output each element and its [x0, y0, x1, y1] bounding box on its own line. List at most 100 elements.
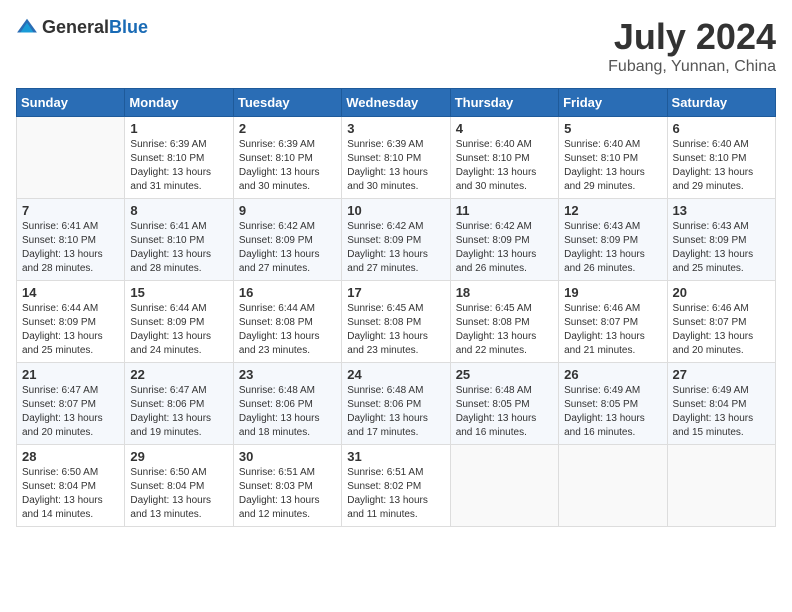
day-number: 11	[456, 203, 553, 218]
logo-blue: Blue	[109, 17, 148, 37]
calendar-cell: 3 Sunrise: 6:39 AM Sunset: 8:10 PM Daylig…	[342, 117, 450, 199]
calendar-cell: 30Sunrise: 6:51 AM Sunset: 8:03 PM Dayli…	[233, 445, 341, 527]
day-number: 17	[347, 285, 444, 300]
day-number: 1	[130, 121, 227, 136]
day-info: Sunrise: 6:42 AM Sunset: 8:09 PM Dayligh…	[456, 220, 553, 276]
day-header-friday: Friday	[559, 89, 667, 117]
day-info: Sunrise: 6:40 AM Sunset: 8:10 PM Dayligh…	[564, 138, 661, 194]
day-number: 18	[456, 285, 553, 300]
day-info: Sunrise: 6:50 AM Sunset: 8:04 PM Dayligh…	[130, 466, 227, 522]
calendar-cell: 14 Sunrise: 6:44 AM Sunset: 8:09 PM Dayli…	[17, 281, 125, 363]
day-number: 25	[456, 367, 553, 382]
calendar-cell: 4 Sunrise: 6:40 AM Sunset: 8:10 PM Daylig…	[450, 117, 558, 199]
calendar-cell: 19Sunrise: 6:46 AM Sunset: 8:07 PM Dayli…	[559, 281, 667, 363]
day-info: Sunrise: 6:51 AM Sunset: 8:02 PM Dayligh…	[347, 466, 444, 522]
calendar-cell: 23 Sunrise: 6:48 AM Sunset: 8:06 PM Dayli…	[233, 363, 341, 445]
day-info: Sunrise: 6:47 AM Sunset: 8:06 PM Dayligh…	[130, 384, 227, 440]
calendar-cell: 18 Sunrise: 6:45 AM Sunset: 8:08 PM Dayli…	[450, 281, 558, 363]
calendar-week-row: 28 Sunrise: 6:50 AM Sunset: 8:04 PM Dayli…	[17, 445, 776, 527]
month-title: July 2024	[608, 16, 776, 58]
day-number: 20	[673, 285, 770, 300]
calendar-cell: 11 Sunrise: 6:42 AM Sunset: 8:09 PM Dayli…	[450, 199, 558, 281]
day-info: Sunrise: 6:48 AM Sunset: 8:06 PM Dayligh…	[239, 384, 336, 440]
calendar-cell: 15 Sunrise: 6:44 AM Sunset: 8:09 PM Dayli…	[125, 281, 233, 363]
day-header-wednesday: Wednesday	[342, 89, 450, 117]
day-number: 29	[130, 449, 227, 464]
calendar-cell	[17, 117, 125, 199]
day-info: Sunrise: 6:40 AM Sunset: 8:10 PM Dayligh…	[456, 138, 553, 194]
day-number: 5	[564, 121, 661, 136]
day-number: 22	[130, 367, 227, 382]
day-info: Sunrise: 6:44 AM Sunset: 8:09 PM Dayligh…	[130, 302, 227, 358]
day-info: Sunrise: 6:43 AM Sunset: 8:09 PM Dayligh…	[564, 220, 661, 276]
day-info: Sunrise: 6:47 AM Sunset: 8:07 PM Dayligh…	[22, 384, 119, 440]
day-info: Sunrise: 6:40 AM Sunset: 8:10 PM Dayligh…	[673, 138, 770, 194]
calendar-week-row: 14 Sunrise: 6:44 AM Sunset: 8:09 PM Dayli…	[17, 281, 776, 363]
day-number: 23	[239, 367, 336, 382]
day-number: 10	[347, 203, 444, 218]
day-info: Sunrise: 6:39 AM Sunset: 8:10 PM Dayligh…	[347, 138, 444, 194]
calendar-cell: 25Sunrise: 6:48 AM Sunset: 8:05 PM Dayli…	[450, 363, 558, 445]
day-info: Sunrise: 6:49 AM Sunset: 8:04 PM Dayligh…	[673, 384, 770, 440]
logo-icon	[16, 16, 38, 38]
day-info: Sunrise: 6:41 AM Sunset: 8:10 PM Dayligh…	[130, 220, 227, 276]
calendar-cell: 1 Sunrise: 6:39 AM Sunset: 8:10 PM Daylig…	[125, 117, 233, 199]
calendar-cell	[559, 445, 667, 527]
calendar-cell: 9Sunrise: 6:42 AM Sunset: 8:09 PM Daylig…	[233, 199, 341, 281]
calendar-cell: 8 Sunrise: 6:41 AM Sunset: 8:10 PM Daylig…	[125, 199, 233, 281]
day-header-sunday: Sunday	[17, 89, 125, 117]
calendar-cell: 29 Sunrise: 6:50 AM Sunset: 8:04 PM Dayli…	[125, 445, 233, 527]
day-number: 16	[239, 285, 336, 300]
calendar-cell: 10 Sunrise: 6:42 AM Sunset: 8:09 PM Dayli…	[342, 199, 450, 281]
calendar-week-row: 7 Sunrise: 6:41 AM Sunset: 8:10 PM Daylig…	[17, 199, 776, 281]
day-number: 31	[347, 449, 444, 464]
logo-general: General	[42, 17, 109, 37]
day-number: 6	[673, 121, 770, 136]
day-number: 7	[22, 203, 119, 218]
logo-text: GeneralBlue	[42, 17, 148, 38]
day-number: 12	[564, 203, 661, 218]
calendar-cell: 2Sunrise: 6:39 AM Sunset: 8:10 PM Daylig…	[233, 117, 341, 199]
calendar-cell: 26 Sunrise: 6:49 AM Sunset: 8:05 PM Dayli…	[559, 363, 667, 445]
day-number: 3	[347, 121, 444, 136]
calendar-cell: 20 Sunrise: 6:46 AM Sunset: 8:07 PM Dayli…	[667, 281, 775, 363]
calendar-cell	[450, 445, 558, 527]
calendar-cell: 6 Sunrise: 6:40 AM Sunset: 8:10 PM Daylig…	[667, 117, 775, 199]
calendar-cell: 31 Sunrise: 6:51 AM Sunset: 8:02 PM Dayli…	[342, 445, 450, 527]
calendar-cell: 7 Sunrise: 6:41 AM Sunset: 8:10 PM Daylig…	[17, 199, 125, 281]
calendar-header-row: SundayMondayTuesdayWednesdayThursdayFrid…	[17, 89, 776, 117]
day-number: 30	[239, 449, 336, 464]
calendar-cell: 5 Sunrise: 6:40 AM Sunset: 8:10 PM Daylig…	[559, 117, 667, 199]
calendar-table: SundayMondayTuesdayWednesdayThursdayFrid…	[16, 88, 776, 527]
day-number: 14	[22, 285, 119, 300]
day-info: Sunrise: 6:46 AM Sunset: 8:07 PM Dayligh…	[673, 302, 770, 358]
day-number: 15	[130, 285, 227, 300]
day-header-saturday: Saturday	[667, 89, 775, 117]
day-number: 21	[22, 367, 119, 382]
calendar-cell: 13 Sunrise: 6:43 AM Sunset: 8:09 PM Dayli…	[667, 199, 775, 281]
day-number: 26	[564, 367, 661, 382]
calendar-cell: 22 Sunrise: 6:47 AM Sunset: 8:06 PM Dayli…	[125, 363, 233, 445]
calendar-cell: 24Sunrise: 6:48 AM Sunset: 8:06 PM Dayli…	[342, 363, 450, 445]
day-number: 4	[456, 121, 553, 136]
calendar-week-row: 1 Sunrise: 6:39 AM Sunset: 8:10 PM Daylig…	[17, 117, 776, 199]
day-number: 28	[22, 449, 119, 464]
day-info: Sunrise: 6:39 AM Sunset: 8:10 PM Dayligh…	[130, 138, 227, 194]
calendar-cell: 16 Sunrise: 6:44 AM Sunset: 8:08 PM Dayli…	[233, 281, 341, 363]
day-info: Sunrise: 6:46 AM Sunset: 8:07 PM Dayligh…	[564, 302, 661, 358]
day-info: Sunrise: 6:45 AM Sunset: 8:08 PM Dayligh…	[456, 302, 553, 358]
day-info: Sunrise: 6:44 AM Sunset: 8:08 PM Dayligh…	[239, 302, 336, 358]
header: GeneralBlue July 2024 Fubang, Yunnan, Ch…	[16, 16, 776, 76]
day-number: 13	[673, 203, 770, 218]
day-info: Sunrise: 6:41 AM Sunset: 8:10 PM Dayligh…	[22, 220, 119, 276]
day-info: Sunrise: 6:44 AM Sunset: 8:09 PM Dayligh…	[22, 302, 119, 358]
day-info: Sunrise: 6:39 AM Sunset: 8:10 PM Dayligh…	[239, 138, 336, 194]
calendar-cell: 27 Sunrise: 6:49 AM Sunset: 8:04 PM Dayli…	[667, 363, 775, 445]
day-number: 8	[130, 203, 227, 218]
day-number: 27	[673, 367, 770, 382]
day-info: Sunrise: 6:43 AM Sunset: 8:09 PM Dayligh…	[673, 220, 770, 276]
day-info: Sunrise: 6:48 AM Sunset: 8:06 PM Dayligh…	[347, 384, 444, 440]
day-info: Sunrise: 6:49 AM Sunset: 8:05 PM Dayligh…	[564, 384, 661, 440]
day-info: Sunrise: 6:42 AM Sunset: 8:09 PM Dayligh…	[347, 220, 444, 276]
day-number: 9	[239, 203, 336, 218]
